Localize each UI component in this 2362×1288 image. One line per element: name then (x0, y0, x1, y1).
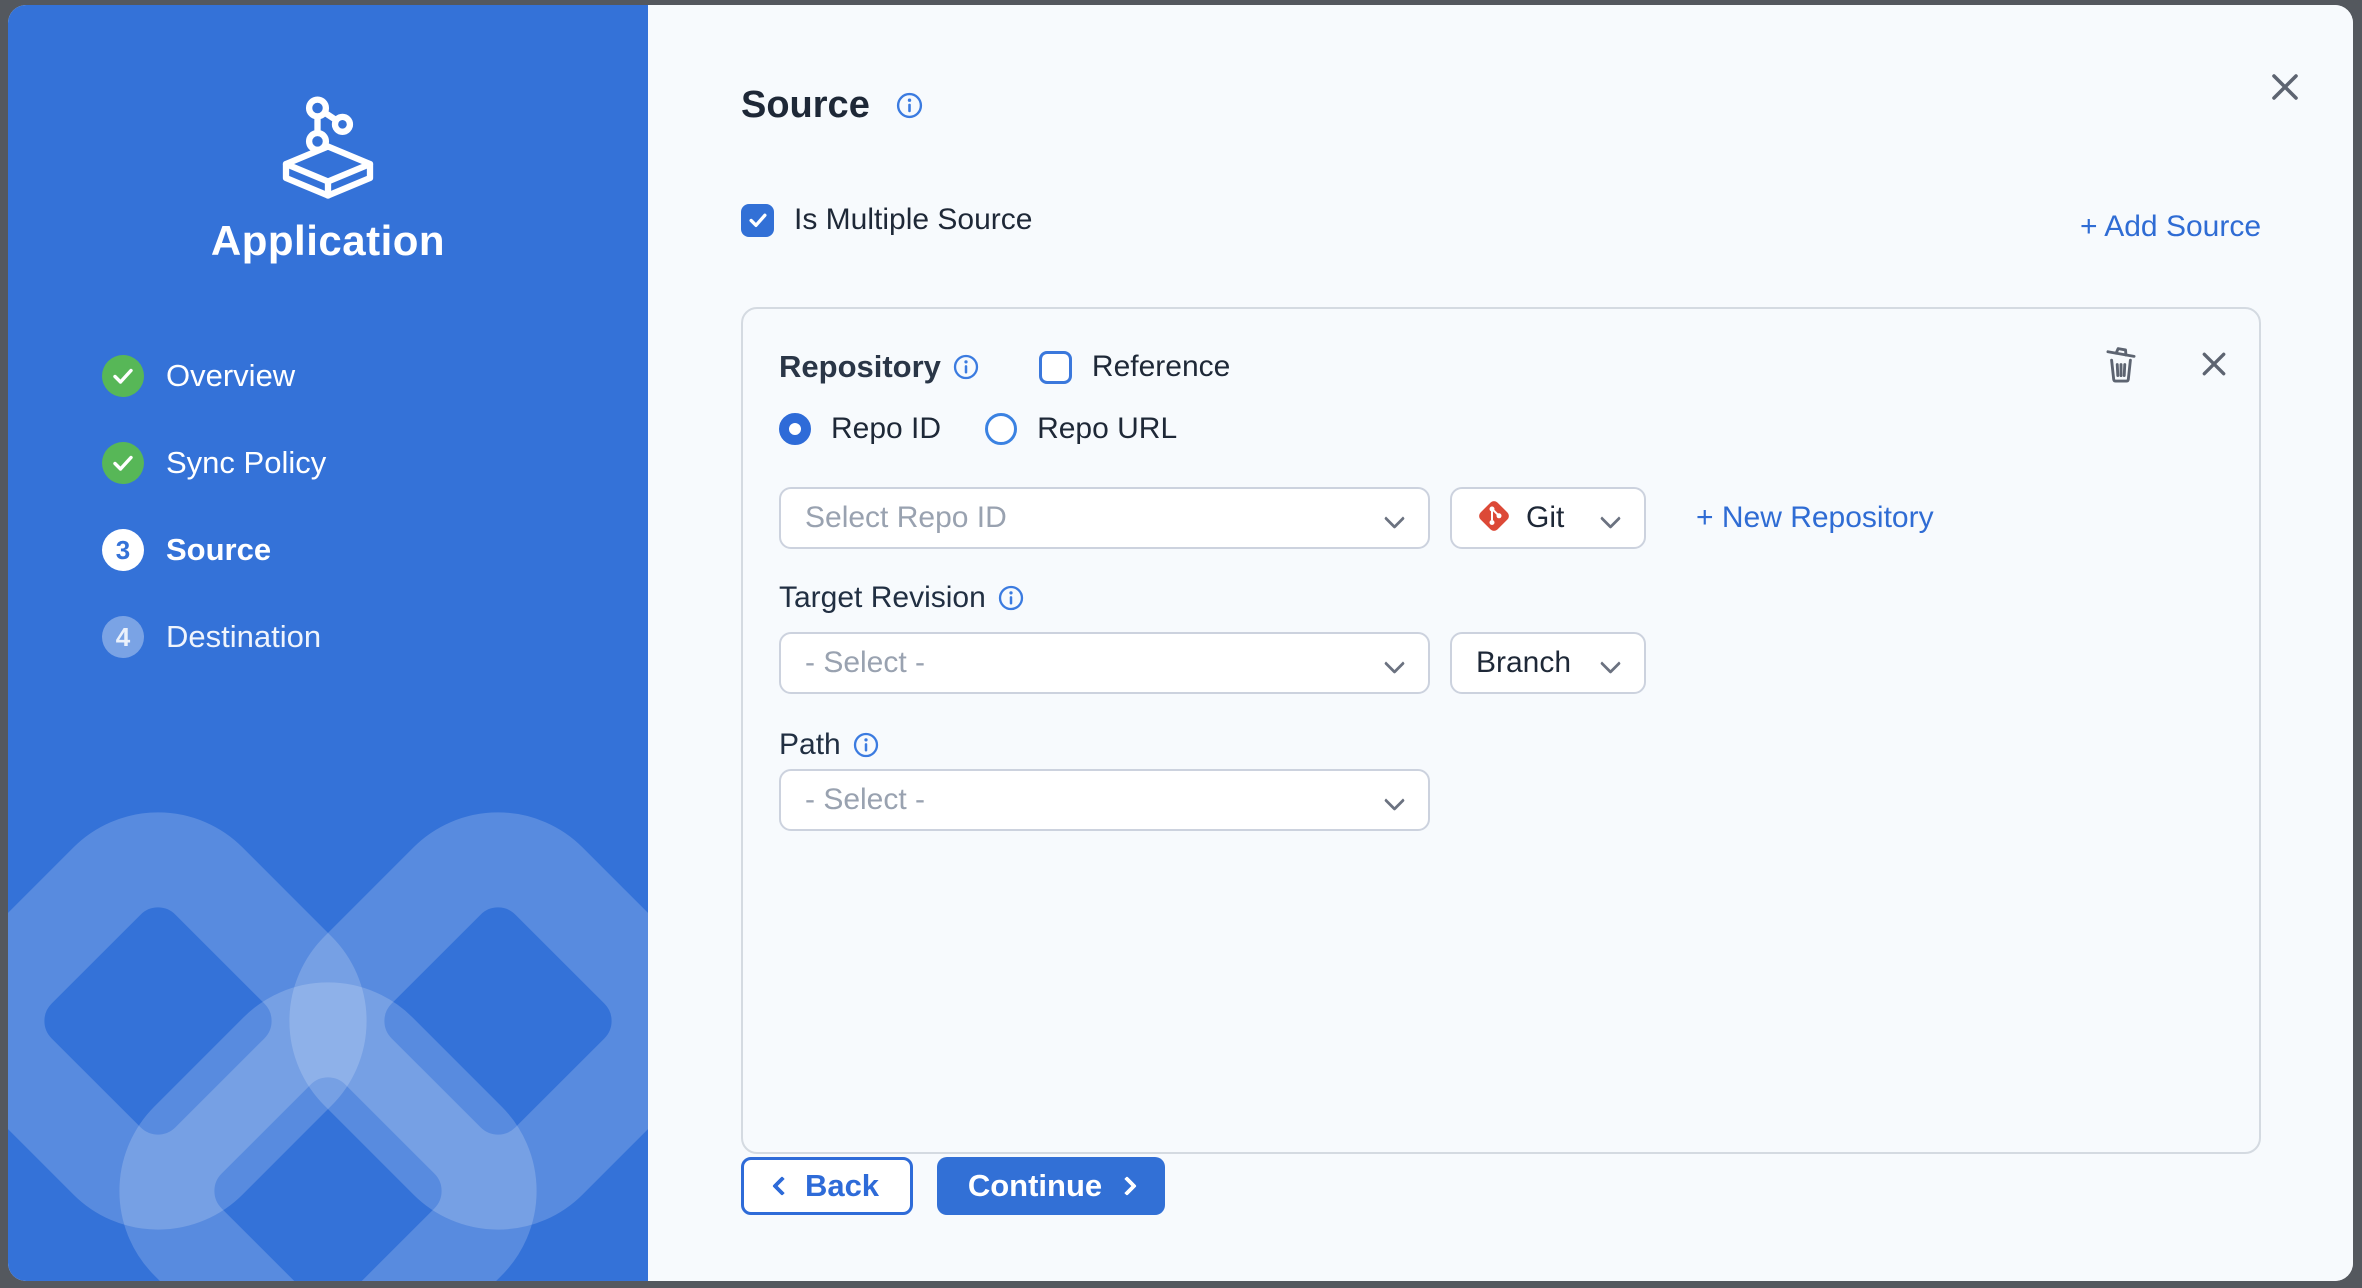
checkbox-unchecked-icon (1039, 351, 1072, 384)
step-number-badge: 3 (102, 529, 144, 571)
reference-checkbox[interactable]: Reference (1039, 350, 1230, 384)
step-destination[interactable]: 4 Destination (102, 615, 608, 659)
repo-url-radio[interactable]: Repo URL (985, 412, 1177, 446)
repo-id-radio[interactable]: Repo ID (779, 412, 941, 446)
repository-info-icon[interactable] (953, 354, 979, 380)
add-source-link[interactable]: + Add Source (2080, 210, 2261, 244)
radio-selected-icon (779, 413, 811, 445)
repo-url-radio-label: Repo URL (1037, 412, 1177, 446)
radio-unselected-icon (985, 413, 1017, 445)
step-label: Source (166, 532, 271, 568)
page-title: Source (741, 84, 870, 127)
wizard-sidebar: Application Overview Sync Policy 3 Sourc… (8, 5, 648, 1281)
step-label: Destination (166, 619, 321, 655)
wizard-steps: Overview Sync Policy 3 Source 4 Destinat… (102, 354, 608, 702)
reference-label: Reference (1092, 350, 1230, 384)
continue-button-label: Continue (968, 1168, 1102, 1204)
step-source[interactable]: 3 Source (102, 528, 608, 572)
step-label: Overview (166, 358, 295, 394)
chevron-down-icon (1600, 508, 1621, 529)
checkbox-checked-icon (741, 204, 774, 237)
step-done-check-icon (102, 442, 144, 484)
target-revision-label: Target Revision (779, 581, 986, 615)
chevron-left-icon (772, 1176, 792, 1196)
application-wizard-modal: Application Overview Sync Policy 3 Sourc… (8, 5, 2353, 1281)
git-icon (1476, 498, 1512, 539)
close-icon[interactable] (2265, 67, 2305, 107)
step-done-check-icon (102, 355, 144, 397)
source-card: Repository Reference (741, 307, 2261, 1154)
repo-id-select-placeholder: Select Repo ID (805, 501, 1007, 535)
repo-type-select[interactable]: Git (1450, 487, 1646, 549)
chevron-down-icon (1600, 653, 1621, 674)
repository-label: Repository (779, 349, 941, 385)
chevron-down-icon (1384, 790, 1405, 811)
repo-id-select[interactable]: Select Repo ID (779, 487, 1430, 549)
chevron-down-icon (1384, 653, 1405, 674)
path-label: Path (779, 728, 841, 762)
step-number-badge: 4 (102, 616, 144, 658)
repo-type-select-value: Git (1526, 501, 1564, 535)
revision-type-select-value: Branch (1476, 646, 1571, 680)
is-multiple-source-checkbox[interactable]: Is Multiple Source (741, 203, 1032, 237)
target-revision-info-icon[interactable] (998, 585, 1024, 611)
path-info-icon[interactable] (853, 732, 879, 758)
step-overview[interactable]: Overview (102, 354, 608, 398)
target-revision-select-placeholder: - Select - (805, 646, 925, 680)
delete-source-trash-icon[interactable] (2101, 343, 2141, 385)
remove-source-close-icon[interactable] (2199, 349, 2229, 379)
chevron-right-icon (1117, 1176, 1137, 1196)
application-deploy-icon (272, 87, 384, 199)
is-multiple-source-label: Is Multiple Source (794, 203, 1032, 237)
step-label: Sync Policy (166, 445, 326, 481)
path-select-placeholder: - Select - (805, 783, 925, 817)
chevron-down-icon (1384, 508, 1405, 529)
path-select[interactable]: - Select - (779, 769, 1430, 831)
step-sync-policy[interactable]: Sync Policy (102, 441, 608, 485)
continue-button[interactable]: Continue (937, 1157, 1165, 1215)
devtron-watermark-logo (8, 781, 648, 1281)
back-button[interactable]: Back (741, 1157, 913, 1215)
back-button-label: Back (805, 1168, 879, 1204)
revision-type-select[interactable]: Branch (1450, 632, 1646, 694)
target-revision-select[interactable]: - Select - (779, 632, 1430, 694)
repo-id-radio-label: Repo ID (831, 412, 941, 446)
source-step-panel: Source Is Multiple Source + Add Source (648, 5, 2353, 1281)
wizard-title: Application (8, 217, 648, 265)
source-info-icon[interactable] (896, 92, 923, 119)
new-repository-link[interactable]: + New Repository (1696, 501, 1934, 535)
